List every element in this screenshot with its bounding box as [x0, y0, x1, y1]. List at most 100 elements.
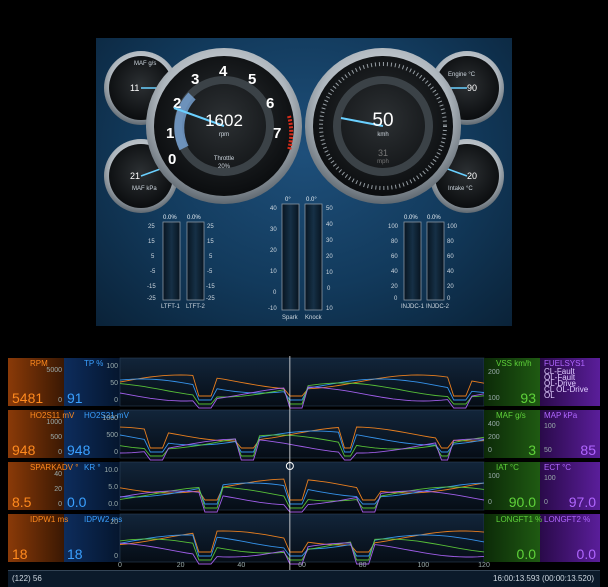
row-2-left2-scale-1: 5.0 [108, 484, 118, 491]
injdc-scale-1: 80 [391, 239, 398, 245]
spark-knock-bars: 0° 0.0° 40 30 20 10 0 -10 50 40 30 20 10… [268, 197, 333, 321]
row-1-right-scale-0: 400 [488, 421, 500, 428]
injdc-scale-r1: 80 [447, 239, 454, 245]
ltft-scale-r2: 5 [209, 254, 213, 260]
ltft1-pct: 0.0% [163, 215, 177, 221]
row-3-left2-scale-0: 20 [110, 519, 118, 526]
row-1-right2-scale-0: 100 [544, 423, 556, 430]
speed-unit: kmh [377, 132, 388, 138]
injdc-scale-r4: 20 [447, 284, 454, 290]
row-2-left-scale-1: 20 [54, 486, 62, 493]
throttle-label: Throttle [214, 156, 235, 162]
row-3-left-value: 18 [12, 546, 28, 562]
injdc-scale-r3: 40 [447, 269, 454, 275]
x-axis-tick-4: 80 [359, 562, 367, 569]
status-bar: (122) 56 16:00:13.593 (00:00:13.520) [8, 570, 600, 587]
row-2-left2-scale-2: 0.0 [108, 501, 118, 508]
row-0-left2-value: 91 [67, 390, 83, 406]
knock-bar [304, 203, 323, 311]
ltft-scale-2: 5 [151, 254, 155, 260]
ltft1-bar [162, 221, 181, 301]
injdc-scale-r5: 0 [447, 296, 451, 302]
row-1-right-label: MAF g/s [496, 411, 526, 420]
ltft-scale-3: -5 [150, 269, 156, 275]
row-0-left-value: 5481 [12, 390, 43, 406]
rpm-unit: rpm [219, 132, 229, 138]
row-2-plot [119, 461, 485, 511]
knock-pct: 0.0° [306, 197, 317, 203]
injdc2-pct: 0.0% [427, 215, 441, 221]
rpm-tick-7: 7 [273, 125, 281, 142]
row-0-fuelsys-item-4: OL [544, 391, 555, 400]
injdc2-bar [426, 221, 445, 301]
row-1-left2-scale-2: 0 [114, 449, 118, 456]
ltft-scale-r3: -5 [207, 269, 213, 275]
row-3-left2-value: 18 [67, 546, 83, 562]
row-2-left2-scale-0: 10.0 [104, 467, 118, 474]
ltft1-label: LTFT-1 [161, 304, 181, 310]
row-0-left-label: RPM [30, 359, 48, 368]
injdc-scale-5: 0 [394, 296, 398, 302]
row-2-right-scale-0: 100 [488, 473, 500, 480]
rpm-tick-0: 0 [168, 151, 176, 168]
gauge-dashboard: MAF g/s 11 21 MAF kPa Engine °C 90 20 In… [96, 38, 512, 326]
rpm-tick-3: 3 [191, 71, 199, 88]
row-1-right2-label: MAP kPa [544, 411, 578, 420]
row-2-right-scale-1: 0 [488, 499, 492, 506]
x-axis-tick-6: 120 [478, 562, 490, 569]
row-2-right2-value: 97.0 [569, 494, 596, 510]
injdc-scale-r0: 100 [447, 224, 458, 230]
row-3-plot [119, 513, 485, 563]
rpm-value: 1602 [205, 111, 243, 130]
status-sample-count: (122) 56 [12, 574, 42, 583]
x-axis-tick-3: 60 [298, 562, 306, 569]
knock-scale-4: 10 [326, 270, 333, 276]
row-0-right-scale-0: 200 [488, 369, 500, 376]
knock-scale-5: 0 [327, 286, 331, 292]
knock-scale-6: 10 [326, 306, 333, 312]
row-3-left-label: IDPW1 ms [30, 515, 68, 524]
spark-scale-3: 10 [270, 269, 277, 275]
knock-scale-0: 50 [326, 206, 333, 212]
ltft-scale-r4: -15 [206, 284, 215, 290]
ltft2-pct: 0.0% [187, 215, 201, 221]
knock-scale-2: 30 [326, 238, 333, 244]
ltft2-bar [186, 221, 205, 301]
spark-bar [281, 203, 300, 311]
knock-scale-3: 20 [326, 254, 333, 260]
spark-scale-4: 0 [273, 290, 277, 296]
row-2-right2-scale-1: 0 [544, 499, 548, 506]
x-axis-tick-0: 0 [118, 562, 122, 569]
x-axis-tick-5: 100 [417, 562, 429, 569]
row-2-right2-label: ECT °C [544, 463, 571, 472]
ltft-scale-r1: 15 [207, 239, 214, 245]
row-1-left-scale-0: 1000 [46, 419, 62, 426]
row-0-left-scale-0: 5000 [46, 367, 62, 374]
row-2-right-label: IAT °C [496, 463, 519, 472]
row-1-left2-scale-1: 500 [106, 432, 118, 439]
row-0-left2-scale-1: 50 [110, 380, 118, 387]
intake-temp-value: 20 [467, 171, 477, 181]
spark-scale-5: -10 [268, 306, 277, 312]
speed-gauge: 50 kmh 31 mph [305, 48, 461, 204]
ltft-scale-1: 15 [148, 239, 155, 245]
injdc1-label: INJDC-1 [401, 304, 425, 310]
row-1-left-value: 948 [12, 442, 36, 458]
maf-kpa-label: MAF kPa [132, 186, 157, 192]
injdc2-label: INJDC-2 [426, 304, 450, 310]
row-1-right2-value: 85 [580, 442, 596, 458]
row-3-left2-scale-1: 0 [114, 553, 118, 560]
x-axis-tick-2: 40 [237, 562, 245, 569]
ltft2-label: LTFT-2 [186, 304, 206, 310]
injdc-scale-3: 40 [391, 269, 398, 275]
row-3-right-label: LONGFT1 % [496, 515, 542, 524]
injdc-scale-2: 60 [391, 254, 398, 260]
rpm-tick-6: 6 [266, 95, 274, 112]
logger-graph-svg[interactable]: RPM5481TP %91VSS km/h93FUELSYS1CL-FaultO… [8, 356, 600, 570]
row-3-right-value: 0.0 [517, 546, 537, 562]
row-2-right2-scale-0: 100 [544, 475, 556, 482]
row-0-plot [119, 357, 485, 407]
row-1-right-scale-1: 200 [488, 434, 500, 441]
row-0-left2-label: TP % [84, 359, 103, 368]
injdc-bars: 0.0% 0.0% 100 80 60 40 20 0 100 80 60 40… [388, 215, 458, 310]
